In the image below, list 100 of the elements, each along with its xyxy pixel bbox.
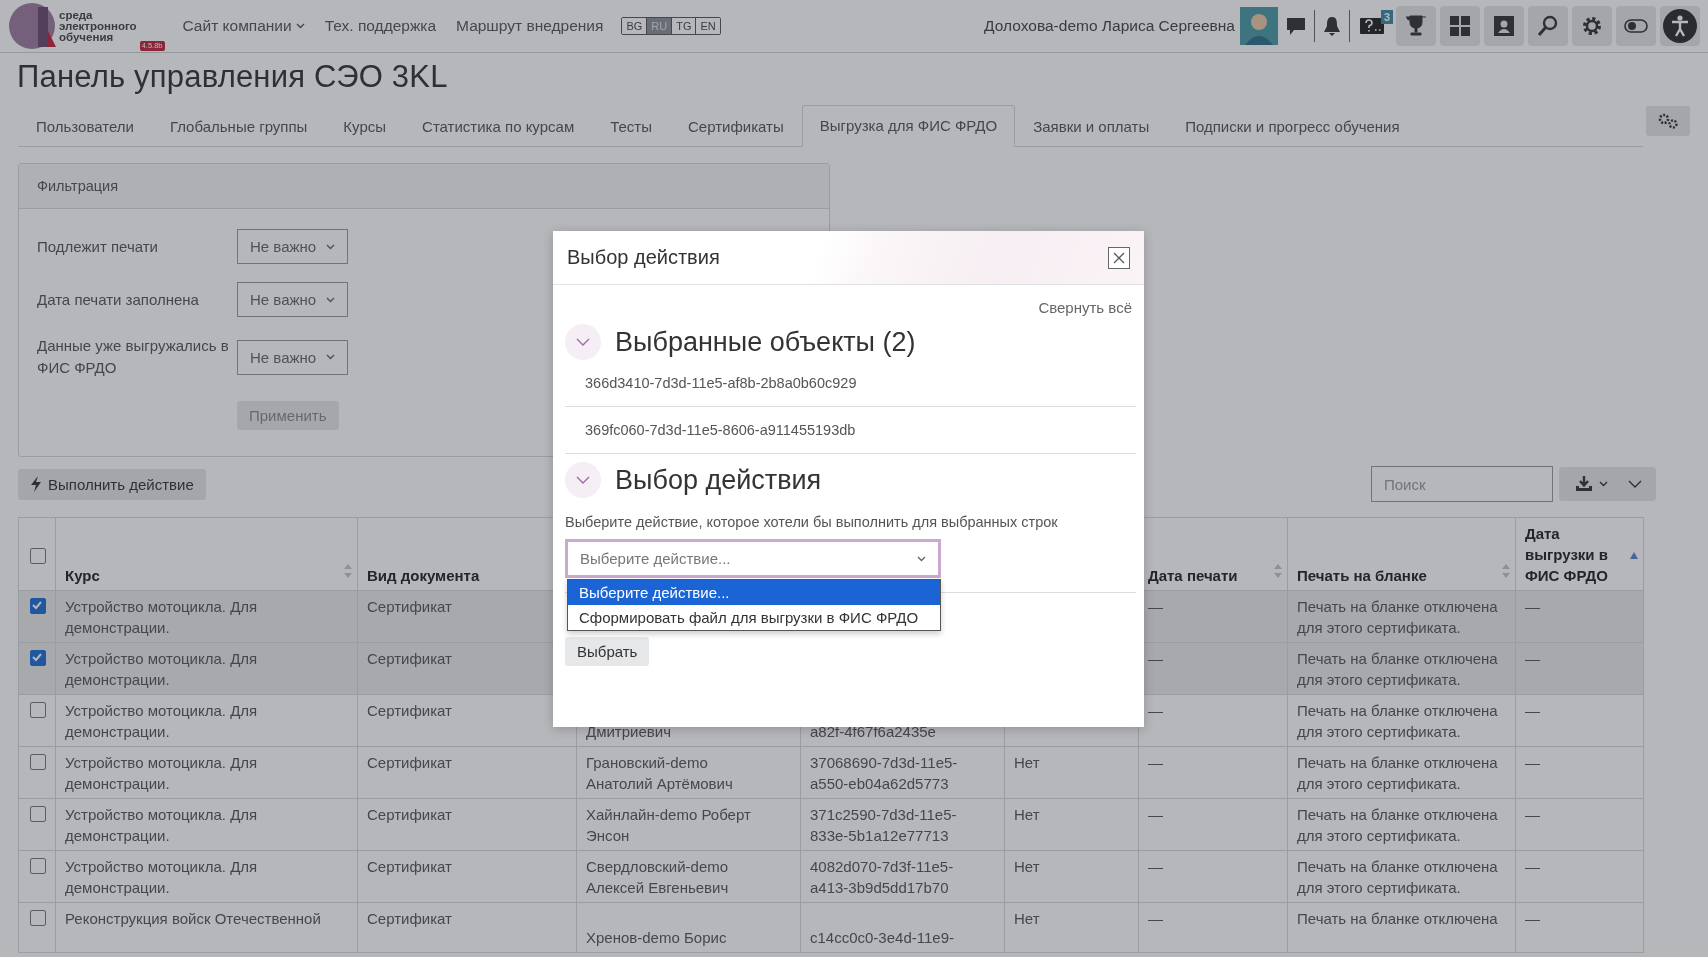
list-item: 369fc060-7d3d-11e5-8606-a911455193db: [565, 407, 1136, 454]
table-cell: c14cc0c0-3e4d-11e9-: [810, 929, 954, 946]
field-label: Подлежит печати: [37, 236, 159, 257]
close-button[interactable]: [1108, 246, 1130, 269]
tab[interactable]: Пользователи: [18, 106, 152, 147]
description-text: Выберите действие, которое хотели бы выполнить для выбранных строк: [565, 514, 1059, 530]
logo-text: среда: [59, 9, 94, 21]
caret-icon[interactable]: [1628, 480, 1642, 488]
nav-link[interactable]: Сайт компании: [182, 17, 305, 35]
table-cell: 371c2590-7d3d-11e5-833e-5b1a12e77713: [810, 806, 957, 844]
table-cell: —: [1525, 702, 1540, 719]
nav-link[interactable]: Тех. поддержка: [324, 17, 437, 35]
logo-text: обучения: [59, 31, 114, 43]
tab[interactable]: Статистика по курсам: [404, 106, 593, 147]
table-cell: —: [1525, 650, 1540, 667]
table-cell: —: [1148, 858, 1163, 875]
table-cell: —: [1148, 702, 1163, 719]
table-cell: —: [1148, 650, 1163, 667]
table-cell: Сертификат: [367, 598, 452, 615]
table-cell: Печать на бланке отключена для этого сертификата.: [1297, 702, 1498, 740]
table-cell: Устройство мотоцикла. Для демонстрации.: [65, 650, 258, 688]
table-cell: Нет: [1014, 910, 1040, 927]
select-field[interactable]: Не важно: [237, 282, 349, 317]
select-field[interactable]: Не важно: [237, 339, 349, 375]
table-cell: —: [1525, 754, 1540, 771]
checkbox[interactable]: [30, 598, 46, 614]
select-field[interactable]: Не важно: [237, 229, 349, 264]
action-button[interactable]: Выполнить действие: [18, 468, 206, 500]
lightning-icon: [30, 476, 42, 492]
user-name[interactable]: Долохова-demo Лариса Сергеевна: [984, 17, 1235, 35]
search-icon[interactable]: [1536, 14, 1560, 38]
help-icon[interactable]: [1360, 16, 1386, 36]
modal-title: Выбор действия: [567, 246, 720, 269]
column-header[interactable]: Курс: [65, 565, 114, 586]
table-cell: Сертификат: [367, 754, 452, 771]
caret-icon: [326, 243, 336, 250]
tab[interactable]: Подписки и прогресс обучения: [1167, 106, 1418, 147]
table-cell: Устройство мотоцикла. Для демонстрации.: [65, 806, 258, 844]
bell-icon[interactable]: [1323, 16, 1341, 36]
sort-ascending-icon[interactable]: [1630, 552, 1638, 560]
nav-link[interactable]: Маршрут внедрения: [456, 17, 604, 35]
caret-icon: [917, 555, 926, 562]
language-button[interactable]: BG: [622, 18, 648, 34]
trophy-icon[interactable]: [1404, 14, 1428, 38]
column-header[interactable]: Вид документа: [367, 565, 494, 586]
table-cell: Устройство мотоцикла. Для демонстрации.: [65, 754, 258, 792]
table-cell: 37068690-7d3d-11e5-a550-eb04a62d5773: [810, 754, 958, 792]
checkbox[interactable]: [30, 650, 46, 666]
menu-option[interactable]: Сформировать файл для выгрузки в ФИС ФРДО: [568, 605, 940, 630]
caret-icon[interactable]: [1599, 481, 1608, 487]
menu-option[interactable]: Выберите действие...: [568, 580, 940, 605]
table-cell: Дмитриевич: [586, 723, 671, 740]
column-header[interactable]: Печать на бланке: [1297, 565, 1441, 586]
column-header[interactable]: Дата печати: [1148, 565, 1252, 586]
checkbox[interactable]: [30, 806, 46, 822]
settings-icon[interactable]: [1580, 14, 1604, 38]
chat-icon[interactable]: [1286, 16, 1306, 36]
table-cell: Хренов-demo Борис: [586, 929, 727, 946]
select-field[interactable]: Выберите действие...: [565, 539, 941, 578]
table-cell: Нет: [1014, 754, 1040, 771]
settings-icon[interactable]: [1658, 113, 1678, 129]
dashboard-icon[interactable]: [1492, 14, 1516, 38]
accessibility-icon[interactable]: [1663, 9, 1697, 43]
field-label: Данные уже выгружались в ФИС ФРДО: [37, 336, 230, 378]
select-button[interactable]: Выбрать: [565, 637, 650, 666]
count-badge: 3: [1380, 10, 1393, 24]
checkbox[interactable]: [30, 754, 46, 770]
table-cell: Печать на бланке отключена для этого сертификата.: [1297, 806, 1498, 844]
tab[interactable]: Сертификаты: [670, 106, 802, 147]
table-cell: Устройство мотоцикла. Для демонстрации.: [65, 702, 258, 740]
tab[interactable]: Заявки и оплаты: [1015, 106, 1168, 147]
table-cell: a82f-4f67f6a2435e: [810, 723, 936, 740]
tab[interactable]: Глобальные группы: [151, 106, 326, 147]
table-cell: —: [1525, 910, 1540, 927]
grid-icon[interactable]: [1448, 14, 1472, 38]
table-cell: Сертификат: [367, 910, 452, 927]
tab[interactable]: Курсы: [325, 106, 405, 147]
table-cell: Хайнлайн-demo Роберт Энсон: [586, 806, 751, 844]
tab[interactable]: Тесты: [592, 106, 671, 147]
checkbox[interactable]: [30, 702, 46, 718]
table-cell: Грановский-demo Анатолий Артёмович: [586, 754, 733, 792]
checkbox[interactable]: [30, 858, 46, 874]
panel-title: Фильтрация: [19, 164, 829, 209]
collapse-all-link[interactable]: Свернуть всё: [565, 299, 1132, 316]
checkbox[interactable]: [30, 547, 46, 564]
table-cell: Сертификат: [367, 702, 452, 719]
table-cell: —: [1148, 598, 1163, 615]
tab[interactable]: Выгрузка для ФИС ФРДО: [801, 105, 1016, 147]
logo-icon: [8, 1, 56, 51]
search-field[interactable]: Поиск: [1371, 466, 1553, 502]
checkbox[interactable]: [30, 910, 46, 926]
table-cell: Свердловский-demo Алексей Евгеньевич: [586, 858, 729, 896]
avatar[interactable]: [1240, 7, 1278, 45]
table-cell: Сертификат: [367, 650, 452, 667]
table-cell: Сертификат: [367, 858, 452, 875]
caret-icon: [326, 354, 336, 360]
download-icon[interactable]: [1575, 476, 1593, 492]
chevron-down-icon: [576, 476, 590, 484]
table-cell: —: [1525, 806, 1540, 823]
table-cell: Печать на бланке отключена: [1297, 910, 1498, 927]
